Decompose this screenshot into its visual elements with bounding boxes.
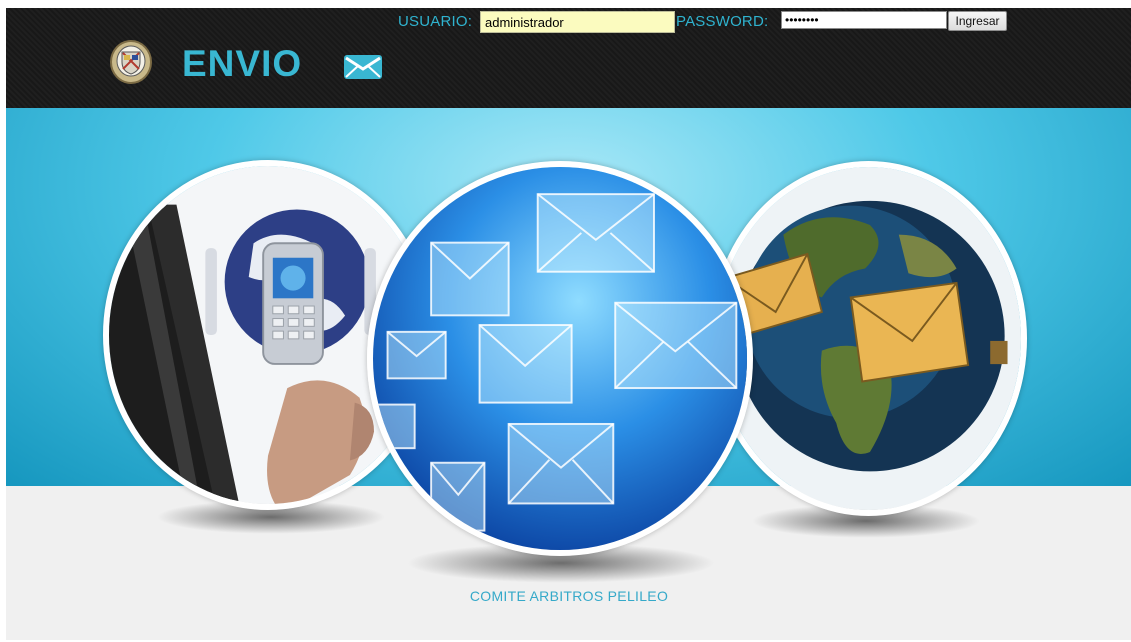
usuario-input[interactable] [480, 11, 675, 33]
brand-title: ENVIO [182, 43, 303, 84]
envelope-icon [344, 55, 382, 79]
email-envelopes-image [367, 161, 753, 556]
footer-caption: COMITE ARBITROS PELILEO [469, 588, 669, 604]
ingresar-button[interactable]: Ingresar [948, 11, 1007, 31]
password-input[interactable] [781, 11, 947, 29]
earth-envelopes-image [710, 161, 1027, 516]
header-bar: USUARIO: PASSWORD: Ingresar ENVIO [6, 8, 1131, 108]
usuario-label: USUARIO: [398, 13, 473, 30]
coat-of-arms-icon [110, 40, 152, 84]
password-label: PASSWORD: [676, 13, 769, 30]
page: USUARIO: PASSWORD: Ingresar ENVIO [6, 8, 1131, 640]
